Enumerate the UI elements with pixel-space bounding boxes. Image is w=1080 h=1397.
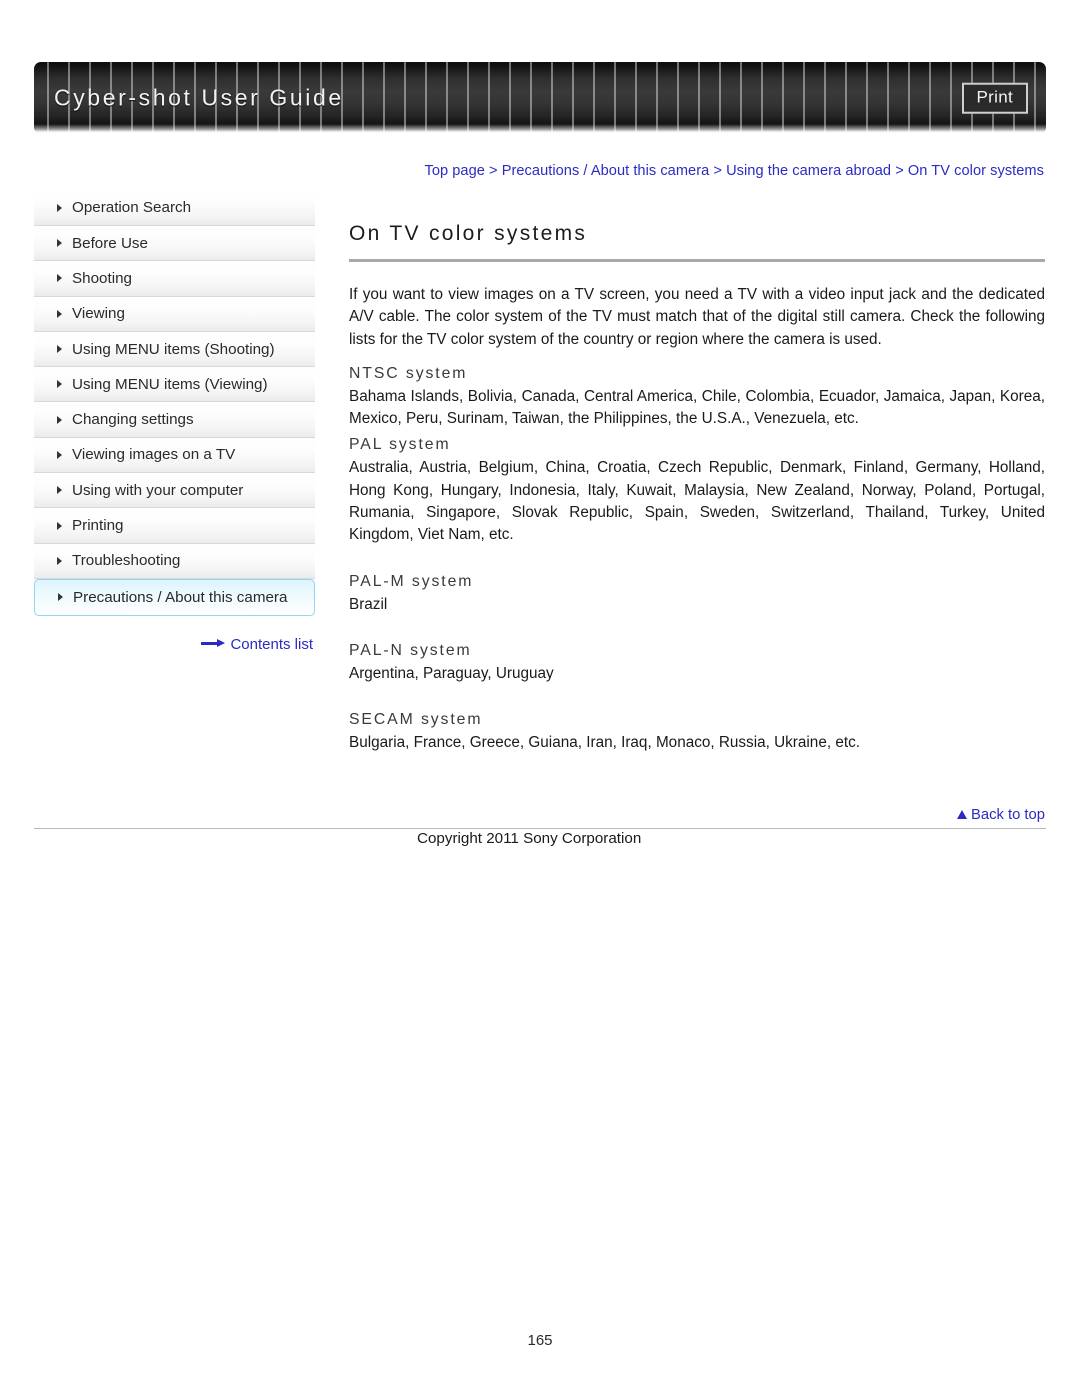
- sidebar-nav: Operation Search Before Use Shooting Vie…: [34, 190, 315, 616]
- triangle-right-icon: [57, 415, 62, 424]
- triangle-right-icon: [57, 556, 62, 565]
- system-heading: NTSC system: [349, 364, 468, 382]
- sidebar-item-shooting[interactable]: Shooting: [34, 261, 315, 297]
- system-heading: PAL-M system: [349, 572, 474, 590]
- triangle-right-icon: [57, 345, 62, 354]
- app-title: Cyber-shot User Guide: [54, 84, 344, 111]
- sidebar-item-using-menu-items-shooting[interactable]: Using MENU items (Shooting): [34, 331, 315, 368]
- triangle-up-icon: [956, 810, 967, 819]
- intro-paragraph: If you want to view images on a TV scree…: [349, 286, 1045, 348]
- system-heading: PAL system: [349, 436, 451, 454]
- triangle-right-icon: [57, 521, 62, 530]
- sidebar-item-changing-settings[interactable]: Changing settings: [34, 402, 315, 438]
- triangle-right-icon: [57, 450, 62, 459]
- sidebar-item-label: Viewing images on a TV: [72, 446, 236, 464]
- system-block-secam: SECAM system Bulgaria, France, Greece, G…: [349, 711, 1045, 754]
- triangle-right-icon: [57, 309, 62, 318]
- sidebar-item-viewing-images-on-a-tv[interactable]: Viewing images on a TV: [34, 437, 315, 474]
- back-to-top-link[interactable]: Back to top: [349, 807, 1045, 823]
- sidebar-item-label: Troubleshooting: [72, 552, 181, 570]
- sidebar-item-label: Shooting: [72, 269, 132, 287]
- copyright-text: Copyright 2011 Sony Corporation: [417, 830, 642, 847]
- sidebar-item-label: Using MENU items (Viewing): [72, 375, 268, 393]
- sidebar-item-printing[interactable]: Printing: [34, 508, 315, 544]
- triangle-right-icon: [58, 593, 63, 602]
- contents-list-label: Contents list: [230, 636, 313, 653]
- triangle-right-icon: [57, 239, 62, 248]
- app-header-bar: Cyber-shot User Guide Print: [34, 62, 1046, 134]
- sidebar-item-using-menu-items-viewing[interactable]: Using MENU items (Viewing): [34, 367, 315, 403]
- sidebar-item-viewing[interactable]: Viewing: [34, 296, 315, 332]
- page-number: 165: [527, 1332, 553, 1349]
- footer-divider: [34, 828, 1046, 829]
- triangle-right-icon: [57, 380, 62, 389]
- sidebar-item-label: Changing settings: [72, 411, 194, 429]
- print-button[interactable]: Print: [961, 82, 1028, 114]
- sidebar-item-label: Viewing: [72, 305, 125, 323]
- sidebar-item-label: Using with your computer: [72, 481, 244, 499]
- system-heading: SECAM system: [349, 711, 483, 729]
- sidebar-item-precautions-about-this-camera[interactable]: Precautions / About this camera: [34, 578, 315, 616]
- system-country-list: Brazil: [349, 595, 388, 613]
- sidebar-item-troubleshooting[interactable]: Troubleshooting: [34, 543, 315, 579]
- arrow-right-icon: [201, 639, 226, 648]
- system-block-ntsc: NTSC system Bahama Islands, Bolivia, Can…: [349, 365, 1045, 431]
- sidebar-item-label: Operation Search: [72, 199, 192, 216]
- system-heading: PAL-N system: [349, 641, 472, 659]
- system-country-list: Australia, Austria, Belgium, China, Croa…: [349, 459, 1045, 544]
- system-country-list: Argentina, Paraguay, Uruguay: [349, 664, 554, 682]
- system-block-pal-m: PAL-M system Brazil: [349, 573, 1045, 616]
- sidebar-item-label: Printing: [72, 517, 124, 535]
- breadcrumb[interactable]: Top page > Precautions / About this came…: [349, 163, 1044, 179]
- sidebar-item-before-use[interactable]: Before Use: [34, 226, 315, 262]
- page-title: On TV color systems: [349, 222, 588, 245]
- system-country-list: Bahama Islands, Bolivia, Canada, Central…: [349, 387, 1045, 428]
- contents-list-link[interactable]: Contents list: [34, 636, 315, 653]
- system-country-list: Bulgaria, France, Greece, Guiana, Iran, …: [349, 734, 860, 752]
- system-block-pal: PAL system Australia, Austria, Belgium, …: [349, 436, 1045, 546]
- triangle-right-icon: [57, 274, 62, 283]
- triangle-right-icon: [57, 486, 62, 495]
- back-to-top-label: Back to top: [970, 807, 1045, 823]
- system-block-pal-n: PAL-N system Argentina, Paraguay, Urugua…: [349, 642, 1045, 685]
- heading-divider: [349, 259, 1045, 262]
- triangle-right-icon: [57, 203, 62, 212]
- sidebar-item-operation-search[interactable]: Operation Search: [34, 190, 315, 226]
- sidebar-item-label: Precautions / About this camera: [73, 588, 288, 606]
- sidebar-item-label: Using MENU items (Shooting): [72, 340, 275, 358]
- sidebar-item-using-with-your-computer[interactable]: Using with your computer: [34, 473, 315, 509]
- main-content: On TV color systems If you want to view …: [349, 222, 1045, 761]
- sidebar-item-label: Before Use: [72, 234, 148, 252]
